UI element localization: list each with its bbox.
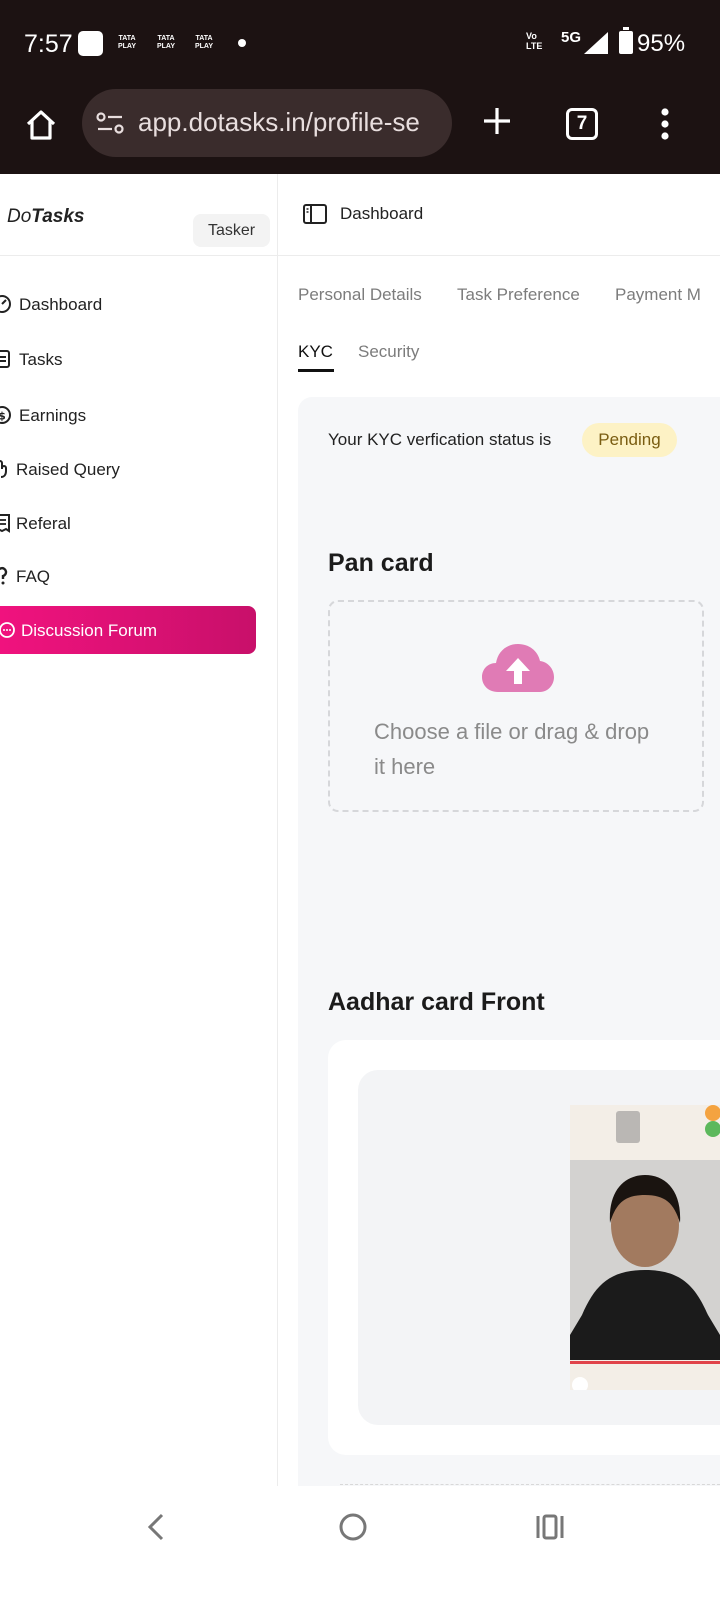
tab-task-preference[interactable]: Task Preference bbox=[457, 285, 580, 305]
sidebar-item-referal[interactable]: Referal bbox=[0, 503, 270, 543]
status-bar: 7:57 TATA PLAY TATA PLAY TATA PLAY Vo LTE 5G… bbox=[0, 0, 720, 86]
notification-app-icon bbox=[78, 31, 103, 56]
sidebar-item-label: Discussion Forum bbox=[21, 621, 158, 640]
tab-security[interactable]: Security bbox=[358, 342, 419, 362]
brand-logo[interactable]: DoTasks bbox=[7, 206, 84, 228]
tab-payment-method[interactable]: Payment M bbox=[615, 285, 701, 305]
home-icon[interactable] bbox=[24, 108, 58, 142]
tata-play-notification-icon: TATA PLAY bbox=[194, 35, 214, 50]
svg-text:$: $ bbox=[0, 410, 6, 423]
brand-suffix: Tasks bbox=[31, 206, 85, 227]
url-text[interactable]: app.dotasks.in/profile-se bbox=[138, 107, 420, 138]
sidebar-item-label: Referal bbox=[16, 514, 71, 533]
brand-prefix: Do bbox=[7, 206, 32, 227]
battery-icon bbox=[619, 27, 633, 54]
list-icon bbox=[0, 350, 10, 368]
sidebar-divider bbox=[0, 255, 278, 256]
browser-toolbar: app.dotasks.in/profile-se 7 bbox=[0, 86, 720, 174]
site-settings-icon[interactable] bbox=[96, 111, 126, 135]
sidebar-item-label: Raised Query bbox=[16, 460, 120, 479]
sidebar-item-raised-query[interactable]: Raised Query bbox=[0, 449, 270, 489]
back-icon[interactable] bbox=[146, 1512, 166, 1542]
home-nav-icon[interactable] bbox=[338, 1512, 368, 1542]
receipt-icon bbox=[0, 514, 10, 533]
volte-icon: Vo LTE bbox=[526, 31, 543, 51]
url-bar[interactable]: app.dotasks.in/profile-se bbox=[82, 89, 452, 157]
sidebar-item-label: Earnings bbox=[19, 406, 87, 425]
tab-kyc[interactable]: KYC bbox=[298, 342, 333, 362]
next-section-divider bbox=[340, 1484, 720, 1485]
content-header: Dashboard bbox=[278, 174, 720, 256]
status-badge: Pending bbox=[582, 423, 677, 457]
breadcrumb-title: Dashboard bbox=[340, 204, 424, 223]
aadhar-photo-icon bbox=[570, 1105, 720, 1390]
dollar-icon: $ bbox=[0, 406, 11, 424]
active-tab-indicator bbox=[298, 369, 334, 372]
pan-card-dropzone[interactable]: Choose a file or drag & drop it here bbox=[328, 600, 704, 812]
sidebar-item-earnings[interactable]: $ Earnings bbox=[0, 395, 270, 435]
tab-personal-details[interactable]: Personal Details bbox=[298, 285, 422, 305]
system-nav-bar bbox=[0, 1486, 720, 1600]
sidebar-item-faq[interactable]: FAQ bbox=[0, 556, 270, 596]
more-notifications-dot bbox=[238, 39, 246, 47]
sidebar-toggle-icon[interactable] bbox=[303, 204, 327, 224]
role-badge: Tasker bbox=[193, 214, 270, 247]
status-time: 7:57 bbox=[24, 30, 73, 58]
question-icon bbox=[0, 566, 8, 585]
sidebar-item-label: FAQ bbox=[16, 567, 51, 586]
tata-play-notification-icon: TATA PLAY bbox=[117, 35, 137, 50]
battery-percent: 95% bbox=[637, 30, 686, 57]
aadhar-preview-container bbox=[358, 1070, 720, 1425]
tab-switcher-button[interactable]: 7 bbox=[566, 108, 598, 140]
tata-play-notification-icon: TATA PLAY bbox=[156, 35, 176, 50]
cloud-upload-icon bbox=[482, 644, 554, 692]
sidebar-item-discussion-forum[interactable]: Discussion Forum bbox=[0, 606, 256, 654]
network-type: 5G bbox=[561, 29, 582, 46]
sidebar-item-dashboard[interactable]: Dashboard bbox=[0, 284, 270, 324]
sidebar-item-label: Tasks bbox=[19, 350, 63, 369]
kyc-status-text: Your KYC verfication status is bbox=[328, 430, 552, 449]
hand-icon bbox=[0, 460, 7, 478]
chat-icon bbox=[0, 622, 15, 638]
gauge-icon bbox=[0, 295, 11, 313]
new-tab-icon[interactable] bbox=[482, 106, 512, 136]
aadhar-front-card bbox=[328, 1040, 720, 1455]
pan-card-title: Pan card bbox=[328, 549, 434, 577]
sidebar: DoTasks Tasker Dashboard Tasks $ Earning… bbox=[0, 174, 278, 1486]
recents-icon[interactable] bbox=[535, 1513, 565, 1541]
signal-icon bbox=[584, 32, 608, 54]
upload-prompt: Choose a file or drag & drop it here bbox=[374, 719, 650, 779]
more-menu-icon[interactable] bbox=[660, 107, 670, 141]
aadhar-front-title: Aadhar card Front bbox=[328, 988, 545, 1016]
sidebar-item-tasks[interactable]: Tasks bbox=[0, 339, 270, 379]
sidebar-item-label: Dashboard bbox=[19, 295, 103, 314]
aadhar-card-image[interactable] bbox=[570, 1105, 720, 1390]
